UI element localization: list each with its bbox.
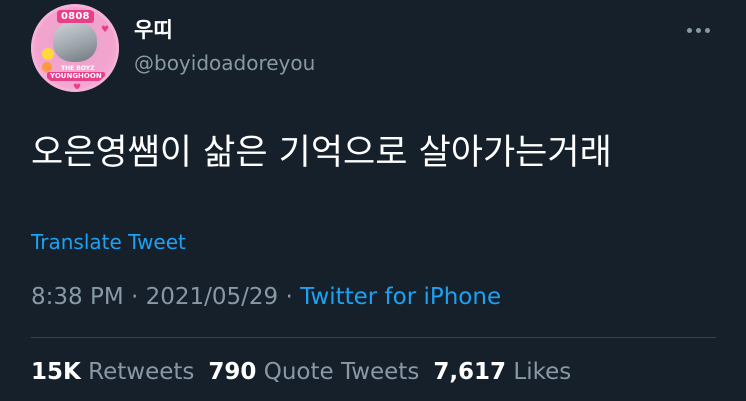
retweets-count: 15K	[31, 359, 81, 385]
more-horizontal-icon	[695, 27, 701, 33]
meta-separator: ·	[123, 284, 146, 310]
author-display-name[interactable]: 우띠	[134, 18, 173, 42]
retweets-stat[interactable]: 15K Retweets	[31, 359, 194, 385]
meta-separator: ·	[278, 284, 301, 310]
tweet-stats: 15K Retweets 790 Quote Tweets 7,617 Likes	[31, 357, 571, 387]
quote-tweets-stat[interactable]: 790 Quote Tweets	[208, 359, 419, 385]
author-handle[interactable]: @boyidoadoreyou	[134, 51, 315, 75]
tweet-text: 오은영쌤이 삶은 기억으로 살아가는거래	[31, 133, 612, 173]
retweets-label: Retweets	[88, 359, 195, 385]
more-horizontal-icon	[704, 27, 710, 33]
more-horizontal-icon	[686, 27, 692, 33]
avatar-ring	[31, 4, 119, 92]
likes-count: 7,617	[433, 359, 507, 385]
likes-stat[interactable]: 7,617 Likes	[433, 359, 571, 385]
tweet-time[interactable]: 8:38 PM	[31, 284, 124, 310]
tweet-source-link[interactable]: Twitter for iPhone	[300, 284, 501, 310]
translate-tweet-link[interactable]: Translate Tweet	[31, 229, 186, 255]
profile-avatar[interactable]: 0808 ♥ ♥ THE BOYZ YOUNGHOON	[31, 4, 119, 92]
quote-tweets-label: Quote Tweets	[263, 359, 420, 385]
more-options-button[interactable]	[680, 18, 716, 42]
quote-tweets-count: 790	[208, 359, 257, 385]
divider	[31, 337, 716, 338]
tweet-date[interactable]: 2021/05/29	[146, 284, 279, 310]
likes-label: Likes	[513, 359, 572, 385]
tweet-metadata: 8:38 PM · 2021/05/29 · Twitter for iPhon…	[31, 283, 501, 311]
